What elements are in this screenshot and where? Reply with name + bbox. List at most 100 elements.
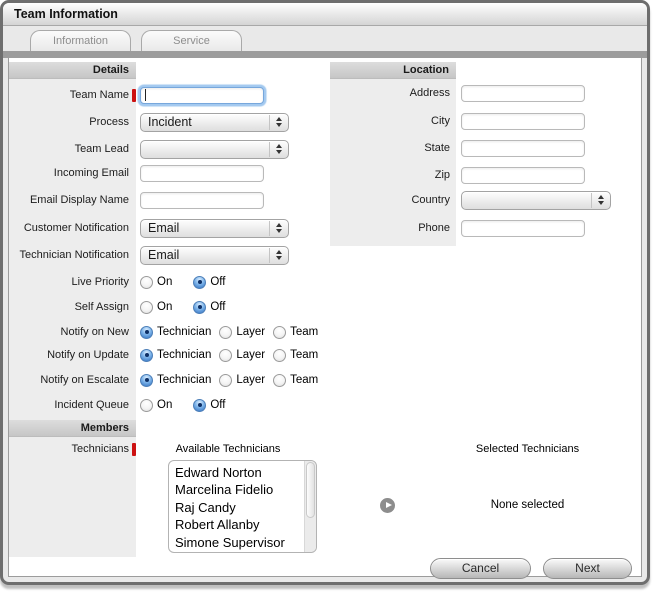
stepper-arrows-icon: [269, 141, 288, 157]
team-lead-row: Team Lead: [9, 139, 329, 159]
team-information-window: Team Information Information Service Det…: [0, 0, 650, 585]
incoming-email-row: Incoming Email: [9, 163, 329, 183]
notify-escalate-team-radio[interactable]: [273, 373, 287, 387]
incoming-email-input[interactable]: [140, 164, 264, 182]
technician-notification-select[interactable]: Email: [140, 245, 289, 265]
self-assign-label: Self Assign: [74, 301, 129, 313]
incident-queue-off-radio[interactable]: [193, 398, 207, 412]
text-caret: [145, 89, 146, 101]
notify-on-escalate-row: Notify on Escalate Technician Layer Team: [9, 370, 329, 390]
city-input[interactable]: [461, 112, 585, 130]
customer-notification-row: Customer Notification Email: [9, 218, 329, 238]
notify-update-team-radio[interactable]: [273, 348, 287, 362]
stepper-arrows-icon: [269, 114, 288, 130]
technicians-row: Technicians: [9, 441, 136, 457]
team-name-row: Team Name: [9, 85, 329, 105]
notify-on-new-row: Notify on New Technician Layer Team: [9, 322, 329, 342]
self-assign-row: Self Assign On Off: [9, 297, 329, 317]
notify-on-update-row: Notify on Update Technician Layer Team: [9, 345, 329, 365]
technician-list: Edward Norton Marcelina Fidelio Raj Cand…: [175, 464, 302, 551]
notify-escalate-technician-radio[interactable]: [140, 373, 153, 387]
notify-update-layer-radio[interactable]: [219, 348, 233, 362]
incident-queue-row: Incident Queue On Off: [9, 395, 329, 415]
stepper-arrows-icon: [591, 192, 610, 208]
notify-on-escalate-label: Notify on Escalate: [40, 374, 129, 386]
self-assign-on-radio[interactable]: [140, 300, 153, 314]
list-item[interactable]: Robert Allanby: [175, 516, 302, 533]
details-section-header: Details: [9, 62, 136, 79]
process-label: Process: [89, 116, 129, 128]
technicians-label: Technicians: [71, 443, 129, 455]
email-display-name-row: Email Display Name: [9, 190, 329, 210]
stepper-arrows-icon: [269, 220, 288, 236]
city-row: City: [330, 111, 647, 131]
cancel-button[interactable]: Cancel: [430, 558, 531, 579]
incoming-email-label: Incoming Email: [53, 167, 129, 179]
none-selected-text: None selected: [490, 499, 565, 511]
country-select[interactable]: [461, 190, 611, 210]
members-section-header: Members: [9, 420, 136, 437]
phone-label: Phone: [418, 222, 450, 234]
customer-notification-label: Customer Notification: [23, 222, 129, 234]
live-priority-on-radio[interactable]: [140, 275, 153, 289]
notify-new-team-radio[interactable]: [273, 325, 287, 339]
live-priority-off-radio[interactable]: [193, 275, 207, 289]
zip-row: Zip: [330, 165, 647, 185]
team-lead-label: Team Lead: [74, 143, 129, 155]
form-panel: Details Location Members Team Name Proce…: [8, 57, 642, 579]
customer-notification-select[interactable]: Email: [140, 218, 289, 238]
incident-queue-on-radio[interactable]: [140, 398, 153, 412]
next-button[interactable]: Next: [543, 558, 632, 579]
required-marker-icon: [132, 88, 136, 102]
available-technicians-listbox[interactable]: Edward Norton Marcelina Fidelio Raj Cand…: [168, 460, 317, 553]
tab-information[interactable]: Information: [30, 30, 131, 51]
listbox-scrollbar[interactable]: [304, 461, 316, 552]
technician-notification-row: Technician Notification Email: [9, 245, 329, 265]
notify-on-new-label: Notify on New: [60, 326, 129, 338]
self-assign-off-radio[interactable]: [193, 300, 207, 314]
move-right-arrow-button[interactable]: [380, 498, 395, 513]
team-name-label: Team Name: [69, 89, 129, 101]
stepper-arrows-icon: [269, 247, 288, 263]
address-label: Address: [409, 87, 450, 99]
location-section-header: Location: [330, 62, 456, 79]
team-name-input[interactable]: [140, 86, 264, 104]
notify-escalate-layer-radio[interactable]: [219, 373, 233, 387]
notify-update-technician-radio[interactable]: [140, 348, 153, 362]
process-row: Process Incident: [9, 112, 329, 132]
process-select[interactable]: Incident: [140, 112, 289, 132]
notify-on-update-label: Notify on Update: [47, 349, 129, 361]
email-display-name-label: Email Display Name: [29, 194, 129, 206]
incident-queue-label: Incident Queue: [54, 399, 129, 411]
phone-input[interactable]: [461, 219, 585, 237]
list-item[interactable]: Edward Norton: [175, 464, 302, 481]
required-marker-icon: [132, 442, 136, 456]
list-item[interactable]: Raj Candy: [175, 499, 302, 516]
country-label: Country: [411, 194, 450, 206]
available-technicians-title: Available Technicians: [175, 443, 281, 455]
notify-new-technician-radio[interactable]: [140, 325, 153, 339]
selected-technicians-title: Selected Technicians: [475, 443, 580, 455]
scrollbar-thumb[interactable]: [306, 462, 315, 518]
window-title: Team Information: [14, 7, 118, 21]
phone-row: Phone: [330, 218, 647, 238]
team-lead-select[interactable]: [140, 139, 289, 159]
city-label: City: [431, 115, 450, 127]
country-row: Country: [330, 190, 647, 210]
state-input[interactable]: [461, 139, 585, 157]
zip-label: Zip: [434, 169, 450, 181]
address-input[interactable]: [461, 84, 585, 102]
technician-notification-label: Technician Notification: [19, 249, 129, 261]
live-priority-row: Live Priority On Off: [9, 272, 329, 292]
notify-new-layer-radio[interactable]: [219, 325, 233, 339]
email-display-name-input[interactable]: [140, 191, 264, 209]
tab-service[interactable]: Service: [141, 30, 242, 51]
address-row: Address: [330, 83, 647, 103]
live-priority-label: Live Priority: [71, 276, 129, 288]
state-row: State: [330, 138, 647, 158]
zip-input[interactable]: [461, 166, 585, 184]
list-item[interactable]: Marcelina Fidelio: [175, 481, 302, 498]
window-titlebar: Team Information: [3, 3, 647, 26]
state-label: State: [424, 142, 450, 154]
list-item[interactable]: Simone Supervisor: [175, 534, 302, 551]
